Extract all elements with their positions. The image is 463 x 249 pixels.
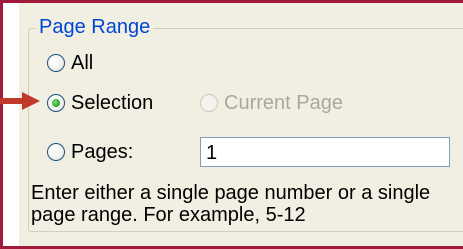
all-radio[interactable] [47,54,65,72]
pages-option[interactable]: Pages: [47,139,133,165]
selection-radio[interactable] [47,94,65,112]
pages-label: Pages: [71,140,134,163]
selection-option[interactable]: Selection [47,90,153,116]
selection-label: Selection [71,91,154,114]
page-range-help-text: Enter either a single page number or a s… [31,182,431,226]
all-option[interactable]: All [47,50,93,76]
pages-input[interactable] [200,137,450,167]
all-label: All [71,51,94,74]
pages-radio[interactable] [47,143,65,161]
current-page-label: Current Page [224,91,343,114]
page-range-group-title: Page Range [36,16,154,38]
annotation-arrow-icon [0,92,40,110]
current-page-radio [200,94,218,112]
current-page-option: Current Page [200,90,343,116]
